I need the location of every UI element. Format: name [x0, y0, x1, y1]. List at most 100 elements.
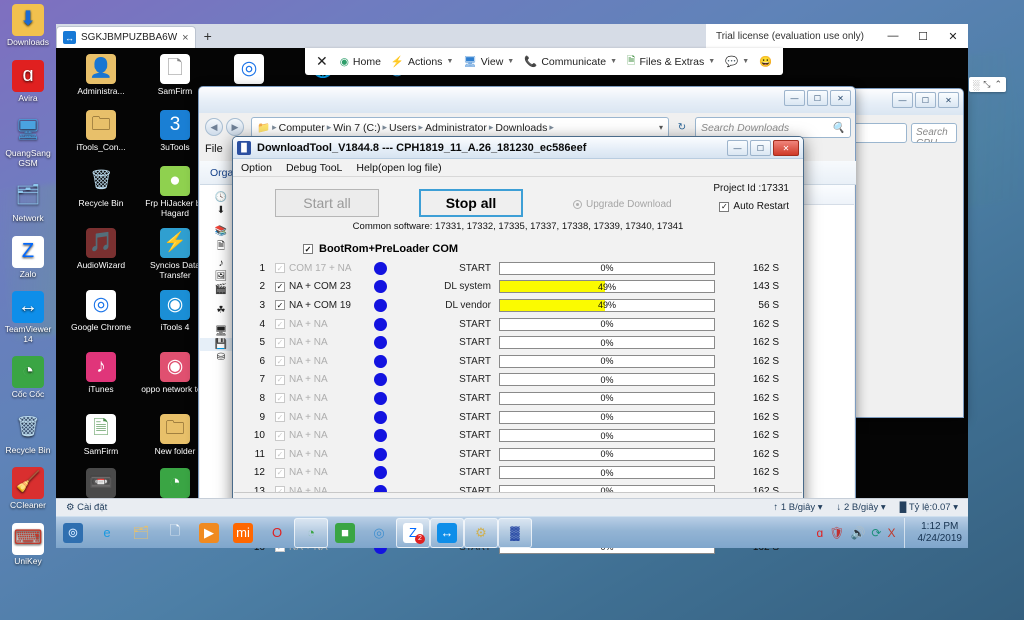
toolbar-item[interactable]: 💬 ▼ — [720, 53, 754, 70]
back-button-icon[interactable]: ◀ — [205, 118, 223, 136]
host-desktop-icon[interactable]: ⌨ UniKey — [0, 522, 56, 567]
breadcrumb-item[interactable]: Computer — [279, 122, 325, 134]
chevron-down-icon[interactable]: ▼ — [446, 58, 453, 65]
teamviewer-toolbar[interactable]: ✕ ◉ Home ⚡ Actions ▼ 🖥 View ▼ 📞 Communic… — [305, 48, 784, 75]
downloadtool-icon[interactable]: ▓ — [498, 517, 532, 548]
download-row[interactable]: 6 ✓ NA + NA START 0% 162 S — [239, 352, 797, 371]
com-port-checkbox[interactable]: ✓ NA + NA — [275, 412, 357, 423]
minimize-button[interactable]: — — [784, 90, 805, 106]
close-button[interactable]: ✕ — [938, 92, 959, 108]
com-port-checkbox[interactable]: ✓ NA + NA — [275, 393, 357, 404]
notepad-icon[interactable]: 🗋 — [158, 518, 192, 548]
explorer-folder-icon[interactable]: 🗂 — [124, 518, 158, 548]
expand-icon[interactable]: ⤡ — [983, 79, 990, 90]
browser-chrome[interactable]: ↔ SGKJBMPUZBBA6W × + Trial license (eval… — [56, 24, 968, 48]
search-input[interactable]: Search CPH — [911, 123, 957, 143]
com-port-checkbox[interactable]: ✓ NA + NA — [275, 430, 357, 441]
host-desktop-icon[interactable]: 🖥 QuangSang GSM — [0, 115, 56, 168]
com-port-checkbox[interactable]: ✓ COM 17 + NA — [275, 263, 357, 274]
download-row[interactable]: 10 ✓ NA + NA START 0% 162 S — [239, 426, 797, 445]
stop-all-button[interactable]: Stop all — [419, 189, 523, 217]
toolbar-item[interactable]: 😀 — [754, 53, 777, 70]
breadcrumb[interactable]: 📁 ▸ Computer ▸ Win 7 (C:) ▸ Users ▸ Administrato… — [251, 117, 669, 138]
chevron-down-icon[interactable]: ▼ — [708, 58, 715, 65]
download-row[interactable]: 1 ✓ COM 17 + NA START 0% 162 S — [239, 259, 797, 278]
upgrade-download-radio[interactable]: Upgrade Download — [573, 199, 672, 210]
window-buttons[interactable]: — ☐ ✕ — [784, 90, 851, 106]
search-input[interactable]: Search Downloads 🔍 — [695, 117, 851, 138]
teamviewer-minibar[interactable]: ░ ⤡ ⌃ — [968, 77, 1006, 92]
remote-desktop-icon[interactable]: ◎ Google Chrome — [64, 290, 138, 332]
start-all-button[interactable]: Start all — [275, 189, 379, 217]
maximize-button[interactable]: ☐ — [908, 24, 938, 48]
remote-desktop-icon[interactable]: 👤 Administra... — [64, 54, 138, 96]
minimize-button[interactable]: — — [892, 92, 913, 108]
menu-bar[interactable]: Option Debug TooL Help(open log file) — [233, 159, 803, 177]
collapse-icon[interactable]: ⌃ — [994, 79, 1002, 90]
window-controls-area[interactable]: Trial license (evaluation use only) — ☐ … — [705, 24, 968, 48]
forward-button-icon[interactable]: ▶ — [226, 118, 244, 136]
opera-icon[interactable]: O — [260, 518, 294, 548]
tab-strip[interactable]: ↔ SGKJBMPUZBBA6W × + — [56, 24, 220, 48]
toolbar-item[interactable]: ◉ Home — [335, 54, 386, 70]
bootrom-preloader-checkbox[interactable]: ✓ BootRom+PreLoader COM — [233, 239, 803, 259]
mi-pcsuite-icon[interactable]: mi — [226, 518, 260, 548]
chevron-down-icon[interactable]: ▼ — [507, 58, 514, 65]
security-tray-icon[interactable]: 🛡 — [829, 526, 844, 540]
breadcrumb-item[interactable]: Users — [389, 122, 416, 134]
menu-item[interactable]: Debug TooL — [286, 162, 342, 174]
host-desktop-icon[interactable]: ↔ TeamViewer 14 — [0, 291, 56, 344]
breadcrumb-dropdown-icon[interactable]: ▾ — [659, 123, 663, 132]
download-row[interactable]: 7 ✓ NA + NA START 0% 162 S — [239, 371, 797, 390]
window-titlebar[interactable]: — ☐ ✕ — [199, 87, 855, 113]
download-row[interactable]: 3 ✓ NA + COM 19 DL vendor 49% 56 S — [239, 296, 797, 315]
remote-desktop-icon[interactable]: ♪ iTunes — [64, 352, 138, 394]
remote-desktop-icon[interactable]: 🗑 Recycle Bin — [64, 166, 138, 208]
window-buttons[interactable]: — ☐ ✕ — [892, 92, 959, 108]
toolbar-item[interactable]: 🗎 Files & Extras ▼ — [622, 51, 720, 73]
refresh-icon[interactable]: ↻ — [673, 117, 691, 138]
download-row[interactable]: 11 ✓ NA + NA START 0% 162 S — [239, 445, 797, 464]
start-orb-icon[interactable]: ⊚ — [56, 518, 90, 548]
host-desktop-icon[interactable]: 🧹 CCleaner — [0, 467, 56, 511]
host-desktop-icon[interactable]: ⬇ Downloads — [0, 4, 56, 48]
com-port-checkbox[interactable]: ✓ NA + NA — [275, 467, 357, 478]
host-desktop-icon[interactable]: 🗑 Recycle Bin — [0, 412, 56, 456]
chrome-icon[interactable]: ◎ — [362, 518, 396, 548]
remote-desktop-icon[interactable]: 🗎 SamFirm — [64, 414, 138, 456]
com-port-checkbox[interactable]: ✓ NA + NA — [275, 356, 357, 367]
internet-explorer-icon[interactable]: e — [90, 518, 124, 548]
minimize-button[interactable]: — — [878, 24, 908, 48]
tab-close-icon[interactable]: × — [182, 32, 188, 44]
teamviewer-icon[interactable]: ↔ — [430, 517, 464, 548]
remote-taskbar[interactable]: ⊚ e 🗂 🗋 ▶ mi O ◔ ■ ◎ Z 2 ↔ ⚙ ▓ ɑ 🛡 🔊 ⟳ X… — [56, 516, 968, 548]
downloadtool-window[interactable]: █ DownloadTool_V1844.8 --- CPH1819_11_A.… — [232, 136, 804, 554]
host-desktop-icon[interactable]: 🗂 Network — [0, 180, 56, 224]
com-port-checkbox[interactable]: ✓ NA + COM 23 — [275, 281, 357, 292]
teamviewer-toolbar-items[interactable]: ◉ Home ⚡ Actions ▼ 🖥 View ▼ 📞 Communicat… — [335, 51, 778, 73]
menu-item[interactable]: File — [205, 143, 223, 155]
download-row[interactable]: 12 ✓ NA + NA START 0% 162 S — [239, 464, 797, 483]
window-titlebar[interactable]: █ DownloadTool_V1844.8 --- CPH1819_11_A.… — [233, 137, 803, 159]
com-port-checkbox[interactable]: ✓ NA + NA — [275, 337, 357, 348]
coccoc-icon[interactable]: ◔ — [294, 517, 328, 548]
new-tab-button[interactable]: + — [196, 28, 220, 44]
maximize-button[interactable]: ☐ — [807, 90, 828, 106]
adb-fastboot-icon[interactable]: ■ — [328, 518, 362, 548]
download-row[interactable]: 5 ✓ NA + NA START 0% 162 S — [239, 333, 797, 352]
auto-restart-checkbox[interactable]: ✓ Auto Restart — [719, 201, 789, 212]
breadcrumb-item[interactable]: Win 7 (C:) — [333, 122, 380, 134]
download-row[interactable]: 9 ✓ NA + NA START 0% 162 S — [239, 408, 797, 427]
com-port-checkbox[interactable]: ✓ NA + NA — [275, 374, 357, 385]
host-desktop-icon[interactable]: Z Zalo — [0, 235, 56, 280]
host-desktop-icon[interactable]: ɑ Avira — [0, 59, 56, 104]
com-port-checkbox[interactable]: ✓ NA + NA — [275, 449, 357, 460]
com-port-checkbox[interactable]: ✓ NA + COM 19 — [275, 300, 357, 311]
maximize-button[interactable]: ☐ — [750, 140, 771, 156]
volume-icon[interactable]: 🔊 — [850, 526, 865, 540]
toolbar-item[interactable]: 🖥 View ▼ — [458, 53, 519, 70]
maximize-button[interactable]: ☐ — [915, 92, 936, 108]
com-port-checkbox[interactable]: ✓ NA + NA — [275, 319, 357, 330]
download-row[interactable]: 4 ✓ NA + NA START 0% 162 S — [239, 315, 797, 334]
minimize-button[interactable]: — — [727, 140, 748, 156]
